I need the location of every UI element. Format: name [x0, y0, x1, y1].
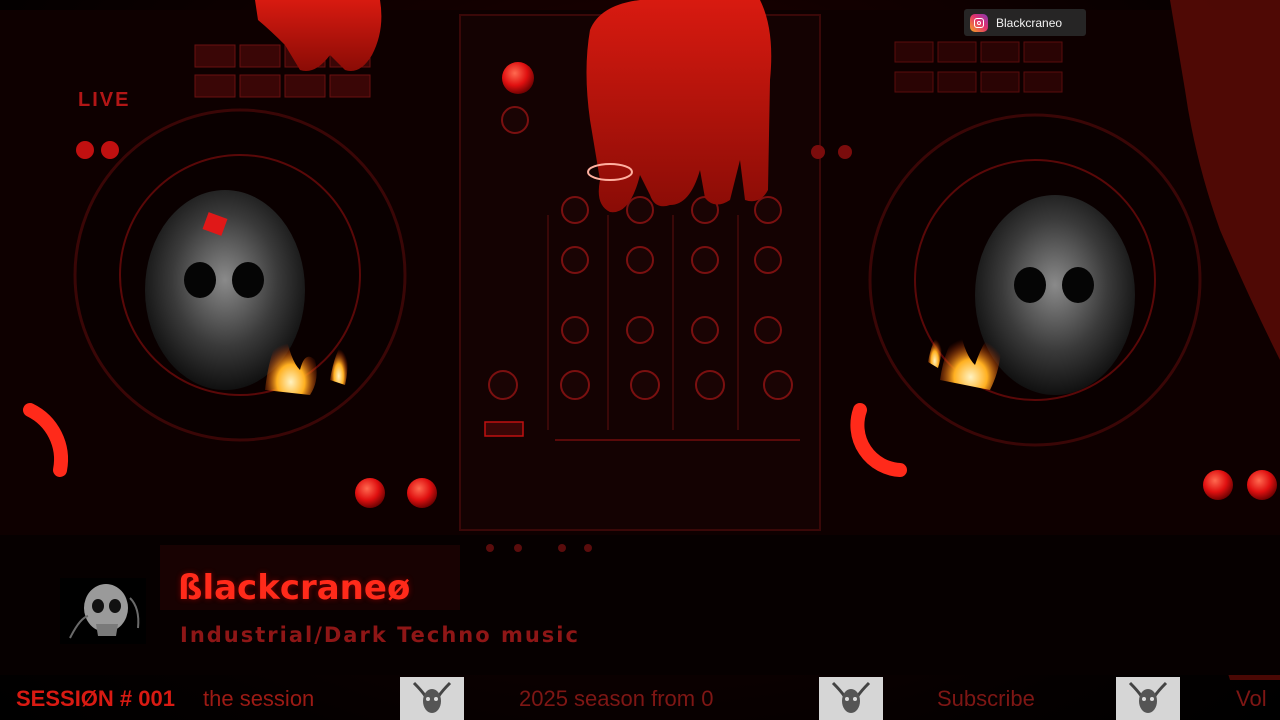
- ticker-session: SESSIØN # 001: [16, 686, 175, 711]
- ticker-item: Vol: [1236, 686, 1267, 711]
- channel-genre: Industrial/Dark Techno music: [180, 623, 580, 647]
- ticker-item: 2025 season from 0: [519, 686, 714, 711]
- instagram-icon: [970, 13, 988, 32]
- instagram-handle: Blackcraneo: [996, 15, 1063, 30]
- goat-skull-thumbnail-icon: [819, 677, 883, 720]
- ticker-item: the session: [203, 686, 315, 711]
- live-indicator: LIVE: [78, 89, 131, 111]
- ticker-item: Subscribe: [937, 686, 1035, 711]
- lower-third-banner: ßlackcraneø Industrial/Dark Techno music: [0, 560, 1280, 660]
- instagram-badge[interactable]: Blackcraneo: [964, 9, 1086, 36]
- skull-avatar-icon: [60, 578, 146, 644]
- goat-skull-thumbnail-icon: [400, 677, 464, 720]
- goat-skull-thumbnail-icon: [1116, 677, 1180, 720]
- channel-title: ßlackcraneø: [178, 568, 411, 608]
- news-ticker: SESSIØN # 001 the session 2025 season fr…: [0, 676, 1280, 720]
